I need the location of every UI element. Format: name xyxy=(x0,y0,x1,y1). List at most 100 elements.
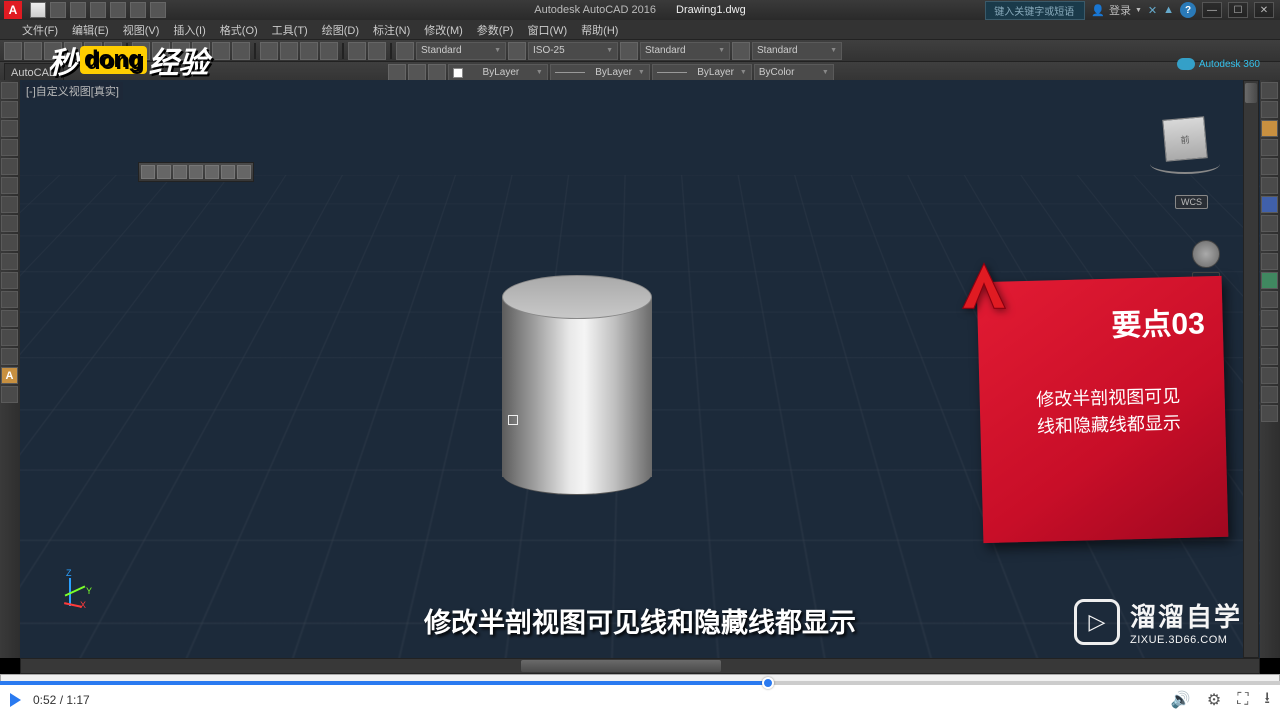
textstyle-dropdown[interactable]: Standard xyxy=(416,42,506,60)
tool-icon[interactable] xyxy=(732,42,750,60)
autodesk-360-link[interactable]: Autodesk 360 xyxy=(1177,58,1260,70)
tool-icon[interactable] xyxy=(320,42,338,60)
modify-tool-icon[interactable] xyxy=(1261,139,1278,156)
maximize-button[interactable]: ☐ xyxy=(1228,2,1248,18)
menu-dimension[interactable]: 标注(N) xyxy=(367,20,416,40)
plotstyle-dropdown[interactable]: ByColor xyxy=(754,64,834,82)
drawing-viewport[interactable]: [-]自定义视图[真实] 前 WCS ✥ 🔍 ⟳ ▦ Z Y X 修改半剖视图可… xyxy=(20,80,1260,658)
point-tool-icon[interactable] xyxy=(1,234,18,251)
redo-icon[interactable] xyxy=(110,2,126,18)
menu-help[interactable]: 帮助(H) xyxy=(575,20,624,40)
color-dropdown[interactable]: ByLayer xyxy=(448,64,548,82)
tool-icon[interactable] xyxy=(300,42,318,60)
modify-tool-icon[interactable] xyxy=(1261,82,1278,99)
spline-tool-icon[interactable] xyxy=(1,215,18,232)
text-a-icon[interactable]: A xyxy=(1,367,18,384)
modify-tool-icon[interactable] xyxy=(1261,158,1278,175)
close-button[interactable]: ✕ xyxy=(1254,2,1274,18)
region-tool-icon[interactable] xyxy=(1,310,18,327)
dimstyle-dropdown[interactable]: ISO-25 xyxy=(528,42,618,60)
progress-track[interactable] xyxy=(0,681,1280,685)
rect-tool-icon[interactable] xyxy=(1,158,18,175)
tool-icon[interactable] xyxy=(620,42,638,60)
floating-view-toolbar[interactable] xyxy=(138,162,254,182)
arc-tool-icon[interactable] xyxy=(1,139,18,156)
menu-modify[interactable]: 修改(M) xyxy=(418,20,469,40)
viewcube[interactable]: 前 xyxy=(1150,110,1220,180)
modify-tool-icon[interactable] xyxy=(1261,405,1278,422)
volume-icon[interactable]: 🔊 xyxy=(1171,690,1191,710)
iso-icon[interactable] xyxy=(205,165,219,179)
line-tool-icon[interactable] xyxy=(1,82,18,99)
modify-tool-icon[interactable] xyxy=(1261,291,1278,308)
hatch-tool-icon[interactable] xyxy=(1,196,18,213)
tool-icon[interactable] xyxy=(396,42,414,60)
open-icon[interactable] xyxy=(50,2,66,18)
tool-icon[interactable] xyxy=(1,386,18,403)
modify-tool-icon[interactable] xyxy=(1261,177,1278,194)
mtext-tool-icon[interactable] xyxy=(1,291,18,308)
tablestyle-dropdown[interactable]: Standard xyxy=(640,42,730,60)
layer-icon[interactable] xyxy=(428,64,446,82)
print-icon[interactable] xyxy=(130,2,146,18)
circle-tool-icon[interactable] xyxy=(1,120,18,137)
app-logo[interactable]: A xyxy=(4,1,22,19)
progress-thumb[interactable] xyxy=(762,677,774,689)
help-icon[interactable]: ? xyxy=(1180,2,1196,18)
fullscreen-icon[interactable]: ⛶ xyxy=(1237,691,1248,709)
viewcube-compass[interactable] xyxy=(1150,154,1220,174)
download-icon[interactable]: ⭳ xyxy=(1264,687,1270,714)
tool-icon[interactable] xyxy=(232,42,250,60)
modify-tool-icon[interactable] xyxy=(1261,329,1278,346)
block-tool-icon[interactable] xyxy=(1,253,18,270)
layer-icon[interactable] xyxy=(408,64,426,82)
mlstyle-dropdown[interactable]: Standard xyxy=(752,42,842,60)
iso-icon[interactable] xyxy=(173,165,187,179)
modify-tool-icon[interactable] xyxy=(1261,253,1278,270)
tool-icon[interactable] xyxy=(260,42,278,60)
tool-icon[interactable] xyxy=(24,42,42,60)
modify-tool-icon[interactable] xyxy=(1261,101,1278,118)
modify-tool-icon[interactable] xyxy=(1261,367,1278,384)
save-icon[interactable] xyxy=(70,2,86,18)
modify-tool-icon[interactable] xyxy=(1261,234,1278,251)
tool-icon[interactable] xyxy=(280,42,298,60)
undo-icon[interactable] xyxy=(90,2,106,18)
modify-tool-icon[interactable] xyxy=(1261,272,1278,289)
steering-wheel-icon[interactable] xyxy=(1192,240,1220,268)
horizontal-scrollbar[interactable] xyxy=(20,658,1260,674)
tool-icon[interactable] xyxy=(348,42,366,60)
pline-tool-icon[interactable] xyxy=(1,101,18,118)
menu-insert[interactable]: 插入(I) xyxy=(167,20,211,40)
iso-icon[interactable] xyxy=(237,165,251,179)
modify-tool-icon[interactable] xyxy=(1261,120,1278,137)
menu-parametric[interactable]: 参数(P) xyxy=(471,20,520,40)
wcs-badge[interactable]: WCS xyxy=(1175,195,1208,209)
modify-tool-icon[interactable] xyxy=(1261,386,1278,403)
vertical-scrollbar[interactable] xyxy=(1243,80,1259,658)
cylinder-3d-object[interactable] xyxy=(497,275,657,495)
table-tool-icon[interactable] xyxy=(1,272,18,289)
tool-icon[interactable] xyxy=(212,42,230,60)
play-button[interactable] xyxy=(10,693,21,707)
settings-icon[interactable]: ⚙ xyxy=(1207,690,1221,710)
menu-window[interactable]: 窗口(W) xyxy=(521,20,573,40)
modify-tool-icon[interactable] xyxy=(1261,310,1278,327)
menu-tools[interactable]: 工具(T) xyxy=(266,20,314,40)
tool-icon[interactable] xyxy=(368,42,386,60)
user-login[interactable]: 👤 登录 ▼ xyxy=(1091,2,1142,18)
layer-icon[interactable] xyxy=(388,64,406,82)
tool-icon[interactable] xyxy=(4,42,22,60)
exchange-icon[interactable]: ✕ xyxy=(1148,4,1157,17)
minimize-button[interactable]: — xyxy=(1202,2,1222,18)
new-icon[interactable] xyxy=(30,2,46,18)
modify-tool-icon[interactable] xyxy=(1261,215,1278,232)
app-store-icon[interactable]: ▲ xyxy=(1163,4,1174,16)
ucs-icon[interactable]: Z Y X xyxy=(60,560,110,610)
modify-tool-icon[interactable] xyxy=(1261,196,1278,213)
lineweight-dropdown[interactable]: ByLayer xyxy=(652,64,752,82)
menu-view[interactable]: 视图(V) xyxy=(117,20,166,40)
iso-icon[interactable] xyxy=(157,165,171,179)
wipeout-tool-icon[interactable] xyxy=(1,329,18,346)
more-icon[interactable] xyxy=(150,2,166,18)
